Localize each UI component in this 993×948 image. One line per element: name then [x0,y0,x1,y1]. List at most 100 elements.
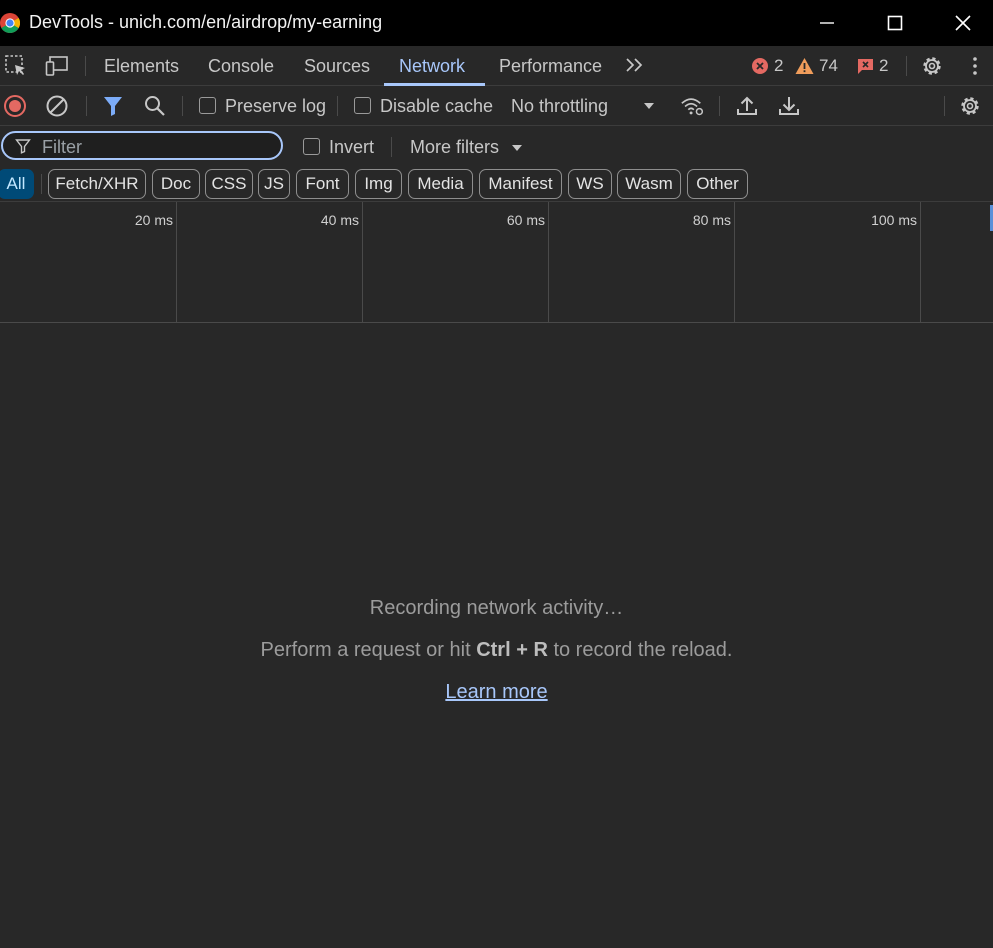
close-icon [955,15,971,31]
recording-message: Recording network activity… [369,597,624,619]
disable-cache-checkbox[interactable] [354,97,371,114]
wifi-settings-icon [681,98,704,116]
minimize-icon [820,22,834,24]
divider [85,56,86,76]
filter-row: Filter Invert More filters [0,126,993,166]
funnel-icon [104,97,122,116]
window-title-bar: DevTools - unich.com/en/airdrop/my-earni… [0,0,993,46]
chip-doc[interactable]: Doc [152,169,200,199]
shortcut-ctrl: Ctrl [476,639,511,661]
customize-menu-button[interactable] [963,54,987,78]
warning-counter[interactable]: 74 [795,56,838,76]
warning-icon [795,58,814,74]
preserve-log-checkbox[interactable] [199,97,216,114]
issues-counter[interactable]: 2 [857,56,888,76]
tab-console[interactable]: Console [208,46,274,86]
tab-sources[interactable]: Sources [304,46,370,86]
divider [41,174,42,194]
close-button[interactable] [929,0,993,46]
chip-fetch-xhr[interactable]: Fetch/XHR [48,169,146,199]
search-button[interactable] [143,94,167,118]
divider [182,96,183,116]
divider [86,96,87,116]
more-filters-button[interactable]: More filters [410,137,499,158]
inspect-element-icon [5,55,25,75]
chip-ws[interactable]: WS [568,169,612,199]
search-icon [145,96,165,116]
network-settings-button[interactable] [958,94,982,118]
network-empty-state: Recording network activity… Perform a re… [0,323,993,948]
resource-type-filter: All Fetch/XHR Doc CSS JS Font Img Media … [0,166,993,202]
chip-wasm[interactable]: Wasm [617,169,681,199]
chip-manifest[interactable]: Manifest [479,169,562,199]
tab-performance[interactable]: Performance [499,46,602,86]
timeline-tick-label: 40 ms [320,212,359,228]
divider [906,56,907,76]
reload-hint-prefix: Perform a request or hit [260,639,477,661]
timeline-gridline [734,202,735,322]
minimize-button[interactable] [793,0,861,46]
inspect-element-button[interactable] [4,54,28,78]
upload-icon [737,96,757,115]
stop-recording-button[interactable] [3,94,27,118]
error-counter[interactable]: 2 [751,56,783,76]
filter-input[interactable]: Filter [1,131,283,160]
gear-icon [923,57,941,75]
error-icon [752,58,768,74]
clear-icon [46,95,68,117]
invert-checkbox[interactable] [303,138,320,155]
chip-css[interactable]: CSS [205,169,253,199]
filter-funnel-icon [15,139,31,154]
filter-placeholder: Filter [42,137,82,157]
tab-network[interactable]: Network [399,46,465,86]
timeline-tick-label: 60 ms [506,212,545,228]
timeline-tick-label: 20 ms [134,212,173,228]
learn-more-link[interactable]: Learn more [445,681,547,703]
chip-js[interactable]: JS [258,169,290,199]
device-toolbar-button[interactable] [45,54,69,78]
window-title: DevTools - unich.com/en/airdrop/my-earni… [29,12,383,32]
network-conditions-button[interactable] [680,94,704,118]
error-count: 2 [774,56,784,75]
chip-img[interactable]: Img [355,169,402,199]
import-har-button[interactable] [735,94,759,118]
timeline-tick-label: 80 ms [692,212,731,228]
device-toggle-icon [45,56,68,76]
more-tabs-button[interactable] [623,54,647,78]
chevron-double-right-icon [626,58,643,72]
timeline-overview[interactable]: 20 ms 40 ms 60 ms 80 ms 100 ms [0,202,993,323]
gear-icon [961,97,979,115]
chip-other[interactable]: Other [687,169,748,199]
settings-button[interactable] [920,54,944,78]
issue-flag-icon [858,58,873,74]
clear-button[interactable] [45,94,69,118]
maximize-icon [887,15,903,31]
export-har-button[interactable] [777,94,801,118]
chip-font[interactable]: Font [296,169,349,199]
timeline-tick-label: 100 ms [871,212,917,228]
throttling-select[interactable]: No throttling [511,96,608,117]
timeline-gridline [548,202,549,322]
warning-count: 74 [819,56,838,75]
disable-cache-label: Disable cache [380,96,494,116]
chip-media[interactable]: Media [408,169,473,199]
devtools-tab-bar: Elements Console Sources Network Perform… [0,46,993,86]
divider [337,96,338,116]
chip-all[interactable]: All [0,169,34,199]
timeline-gridline [920,202,921,322]
divider [391,137,392,157]
network-toolbar: Preserve log Disable cache No throttling [0,86,993,126]
filter-toggle-button[interactable] [101,94,125,118]
divider [944,96,945,116]
shortcut-r: R [533,639,548,661]
maximize-button[interactable] [861,0,929,46]
throttling-dropdown-button[interactable] [637,94,661,118]
caret-down-icon [512,145,522,151]
preserve-log-label: Preserve log [225,96,327,116]
shortcut-plus: + [510,639,534,661]
timeline-gridline [176,202,177,322]
timeline-gridline [362,202,363,322]
record-icon [4,95,26,117]
download-icon [779,97,799,115]
tab-elements[interactable]: Elements [104,46,179,86]
